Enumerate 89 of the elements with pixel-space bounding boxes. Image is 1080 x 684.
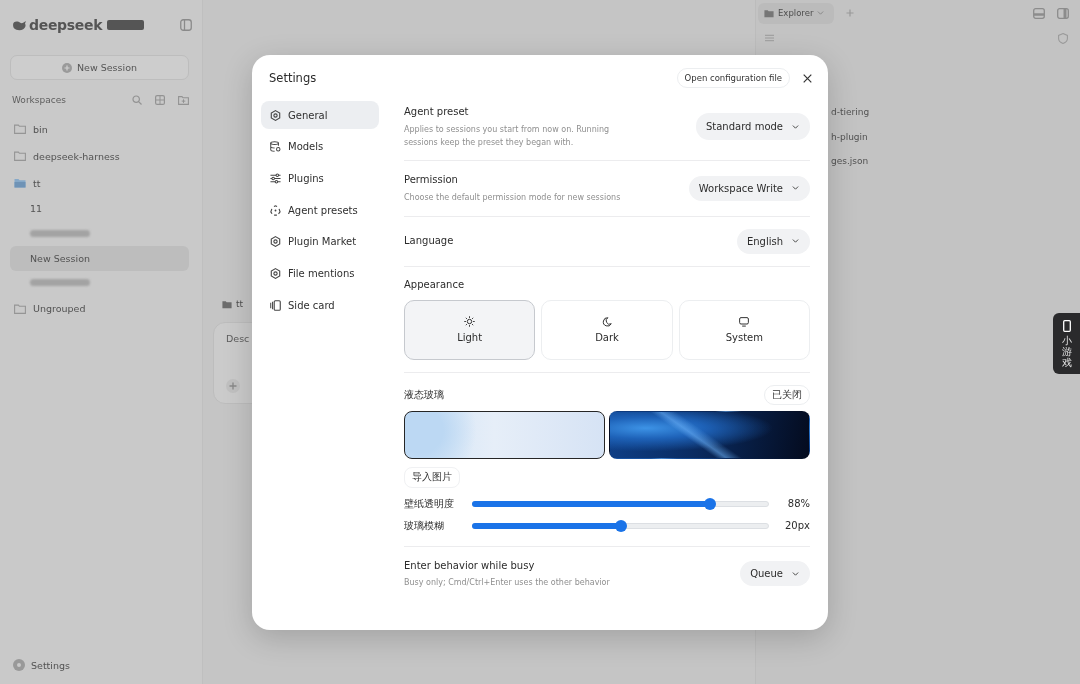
theme-option[interactable]: System [678,299,810,360]
list-icon[interactable] [765,34,774,42]
nav-item[interactable]: Agent presets [261,196,379,225]
bottom-panel-icon[interactable] [1033,7,1045,19]
theme-option[interactable]: Dark [541,299,673,360]
section-label: Workspaces [12,95,66,105]
file-item[interactable]: d-tiering [831,100,870,125]
new-session-button[interactable]: New Session [10,55,189,80]
nav-item[interactable]: File mentions [261,259,379,288]
setting-title: Permission [404,173,459,187]
chevron-down-icon [792,124,799,129]
setting-title: Enter behavior while busy [404,558,536,573]
import-image-button[interactable]: 导入图片 [404,466,460,488]
file-item[interactable]: h-plugin [831,124,868,149]
dropdown[interactable]: English [736,228,810,254]
open-config-button[interactable]: Open configuration file [676,68,790,88]
session-item[interactable]: New Session [10,245,189,271]
blurred-title-drawing [30,279,90,287]
setting-title: Language [404,234,454,248]
chevron-down-icon [792,186,799,191]
dropdown[interactable]: Workspace Write [688,175,810,201]
theme-option[interactable]: Light [404,299,536,360]
file-item[interactable]: ges.json [831,149,869,174]
folder-item[interactable]: tt [10,169,189,197]
search-icon[interactable] [132,95,142,105]
setting-title: 液态玻璃 [404,387,444,402]
message-input[interactable]: Desc [226,333,260,349]
breadcrumb: tt [222,297,244,311]
phone-icon [1062,320,1071,332]
setting-title: Appearance [404,277,466,292]
sidebar-toggle-icon[interactable] [180,19,192,31]
nav-item[interactable]: Models [261,132,379,161]
monitor-icon [739,316,750,327]
badge-drawing [107,20,145,30]
gear-icon [270,109,281,121]
folder-plus-icon[interactable] [178,95,189,105]
setting-description: Applies to sessions you start from now on. Running sessions keep the preset they began with. [404,123,611,149]
slider-label: 壁纸透明度 [404,496,455,511]
close-icon [803,73,812,83]
folder-icon [222,299,232,309]
slider-label: 玻璃模糊 [404,518,445,533]
dropdown[interactable]: Standard mode [695,113,810,141]
chevron-down-icon [792,571,799,576]
folder-item[interactable]: bin [10,115,189,143]
whale-logo-icon [12,19,27,31]
close-button[interactable] [802,72,813,84]
nav-item[interactable]: Plugins [261,164,379,193]
plus-icon[interactable] [846,9,854,17]
blurred-title-drawing [30,230,90,238]
slider-thumb[interactable] [614,519,627,532]
settings-link[interactable]: Settings [10,659,189,671]
session-item[interactable]: 11 [10,196,189,222]
folder-icon [764,8,774,18]
gear-icon [13,659,25,671]
nav-item[interactable]: Plugin Market [261,227,379,256]
logo-text: deepseek [29,17,103,33]
attach-button[interactable] [226,379,240,393]
dialog-title: Settings [269,71,317,85]
database-icon [270,141,281,153]
nav-item[interactable]: Side card [261,291,379,320]
cycle-arrows-icon [270,204,281,216]
gear-icon [270,236,281,248]
grid-icon[interactable] [155,95,165,105]
gear-icon [270,267,281,279]
side-panel-icon[interactable] [1057,7,1069,19]
wallpaper-thumbnail[interactable] [609,410,810,459]
sliders-icon [270,172,281,184]
setting-description: Choose the default permission mode for new sessions [404,191,621,204]
dropdown[interactable]: Queue [740,561,810,587]
nav-item[interactable]: General [261,101,379,129]
explorer-tab[interactable]: Explorer [758,2,834,24]
slider-value: 20px [784,520,810,531]
folder-item[interactable]: Ungrouped [10,295,189,323]
mini-games-button[interactable]: 小游戏 [1053,313,1080,374]
chevron-down-icon [817,11,825,15]
plus-icon [229,382,237,390]
wallpaper-thumbnail[interactable] [404,410,605,459]
moon-icon [602,316,612,327]
shield-icon[interactable] [1058,32,1068,44]
setting-description: Busy only; Cmd/Ctrl+Enter uses the other behavior [404,577,610,589]
setting-title: Agent preset [404,105,470,119]
chevron-down-icon [792,239,799,243]
sun-icon [464,316,476,327]
plus-circle-icon [62,62,72,73]
slider-thumb[interactable] [703,497,716,510]
slider-value: 88% [786,498,810,509]
folder-item[interactable]: deepseek-harness [10,142,189,170]
status-pill[interactable]: 已关闭 [764,384,810,405]
side-card-icon [270,299,281,311]
